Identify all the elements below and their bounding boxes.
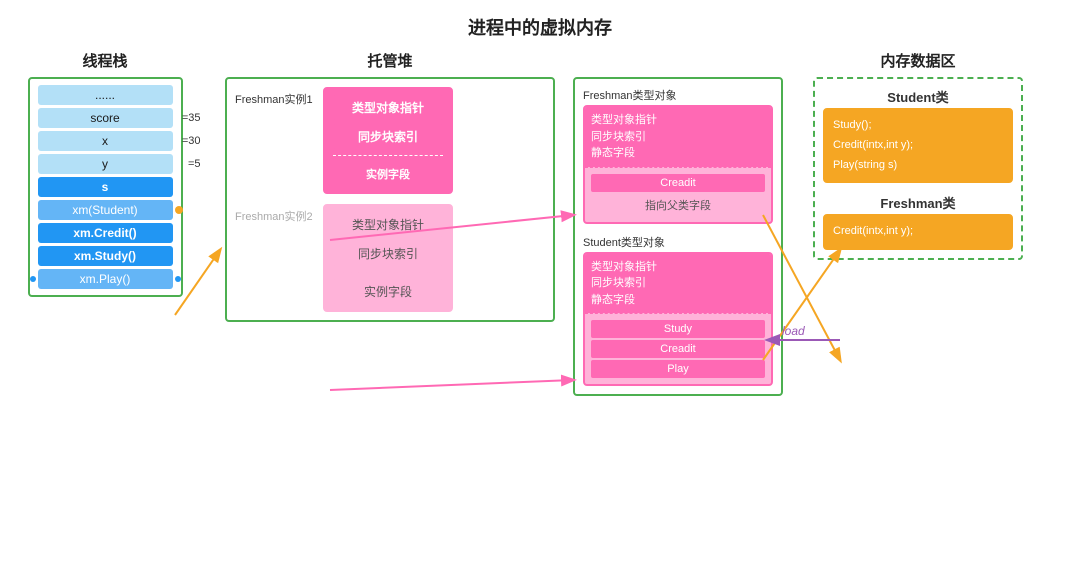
freshman-method-credit: Credit(intx,int y); xyxy=(833,222,1003,242)
instance1-field-data: 实例字段 xyxy=(333,162,443,186)
student-type-ptr: 类型对象指针 xyxy=(591,259,765,276)
freshman-type-ptr: 类型对象指针 xyxy=(591,112,765,129)
instance1-label: Freshman实例1 xyxy=(235,87,315,107)
type-obj-outer: Freshman类型对象 类型对象指针 同步块索引 静态字段 Creadit 指… xyxy=(573,77,783,396)
freshman-type-box: 类型对象指针 同步块索引 静态字段 Creadit 指向父类字段 xyxy=(583,105,773,224)
student-method-study: Study(); xyxy=(833,116,1003,136)
stack-item: y=5 xyxy=(38,154,173,174)
student-method-play: Play xyxy=(591,360,765,378)
freshman-class-container: Freshman类 Credit(intx,int y); xyxy=(823,193,1013,250)
instance2-field-data: 实例字段 xyxy=(333,279,443,304)
stack-item-xm-play: xm.Play() xyxy=(38,269,173,289)
memory-data-title: 内存数据区 xyxy=(880,50,955,71)
stack-item: x=30 xyxy=(38,131,173,151)
instance2-label: Freshman实例2 xyxy=(235,204,315,224)
freshman-type-static: 静态字段 xyxy=(591,145,765,162)
freshman-type-top: 类型对象指针 同步块索引 静态字段 xyxy=(585,107,771,167)
instance2-field-sync: 同步块索引 xyxy=(333,241,443,266)
freshman-class-label: Freshman类 xyxy=(823,193,1013,212)
student-method-play: Play(string s) xyxy=(833,156,1003,176)
student-type-top: 类型对象指针 同步块索引 静态字段 xyxy=(585,254,771,314)
stack-item-xm-student: xm(Student) xyxy=(38,200,173,220)
student-class-box: Study(); Credit(intx,int y); Play(string… xyxy=(823,108,1013,183)
instance1-field-sync: 同步块索引 xyxy=(333,124,443,149)
freshman-class-box: Credit(intx,int y); xyxy=(823,214,1013,250)
instance2-box: 类型对象指针 同步块索引 实例字段 xyxy=(323,204,453,312)
page-title: 进程中的虚拟内存 xyxy=(468,14,612,40)
managed-heap-section: 托管堆 Freshman实例1 类型对象指针 同步块索引 实例字段 Freshm… xyxy=(220,50,560,540)
student-type-obj: Student类型对象 类型对象指针 同步块索引 静态字段 Study Crea… xyxy=(583,234,773,387)
stack-item: ...... xyxy=(38,85,173,105)
type-objects-section: 占位 Freshman类型对象 类型对象指针 同步块索引 静态字段 Creadi… xyxy=(568,50,788,540)
heap-outer-box: Freshman实例1 类型对象指针 同步块索引 实例字段 Freshman实例… xyxy=(225,77,555,322)
freshman-parent-field: 指向父类字段 xyxy=(591,194,765,216)
student-type-static: 静态字段 xyxy=(591,292,765,309)
managed-heap-title: 托管堆 xyxy=(367,50,412,71)
student-type-label: Student类型对象 xyxy=(583,234,773,250)
freshman-type-sync: 同步块索引 xyxy=(591,129,765,146)
student-type-methods: Study Creadit Play xyxy=(585,314,771,384)
freshman-method-credit: Creadit xyxy=(591,174,765,192)
heap-instance-1: Freshman实例1 类型对象指针 同步块索引 实例字段 xyxy=(235,87,545,194)
stack-item-xm-credit: xm.Credit() xyxy=(38,223,173,243)
stack-item-xm-study: xm.Study() xyxy=(38,246,173,266)
memory-data-section: 内存数据区 Student类 Study(); Credit(intx,int … xyxy=(808,50,1028,540)
student-class-container: Student类 Study(); Credit(intx,int y); Pl… xyxy=(823,87,1013,183)
freshman-type-obj: Freshman类型对象 类型对象指针 同步块索引 静态字段 Creadit 指… xyxy=(583,87,773,224)
student-type-box: 类型对象指针 同步块索引 静态字段 Study Creadit Play xyxy=(583,252,773,387)
student-type-sync: 同步块索引 xyxy=(591,275,765,292)
freshman-type-label: Freshman类型对象 xyxy=(583,87,773,103)
heap-instance-2: Freshman实例2 类型对象指针 同步块索引 实例字段 xyxy=(235,204,545,312)
stack-item: s xyxy=(38,177,173,197)
student-method-credit: Creadit xyxy=(591,340,765,358)
student-method-credit: Credit(intx,int y); xyxy=(833,136,1003,156)
student-method-study: Study xyxy=(591,320,765,338)
stack-box: ...... score=35 x=30 y=5 s xm(Student) x… xyxy=(28,77,183,297)
instance1-field-ptr: 类型对象指针 xyxy=(333,95,443,120)
instance1-box: 类型对象指针 同步块索引 实例字段 xyxy=(323,87,453,194)
thread-stack-section: 线程栈 ...... score=35 x=30 y=5 s xm(Studen… xyxy=(20,50,190,540)
instance2-field-ptr: 类型对象指针 xyxy=(333,212,443,237)
student-class-label: Student类 xyxy=(823,87,1013,106)
mem-outer-box: Student类 Study(); Credit(intx,int y); Pl… xyxy=(813,77,1023,260)
freshman-type-methods: Creadit 指向父类字段 xyxy=(585,168,771,222)
stack-item: score=35 xyxy=(38,108,173,128)
thread-stack-title: 线程栈 xyxy=(82,50,127,71)
